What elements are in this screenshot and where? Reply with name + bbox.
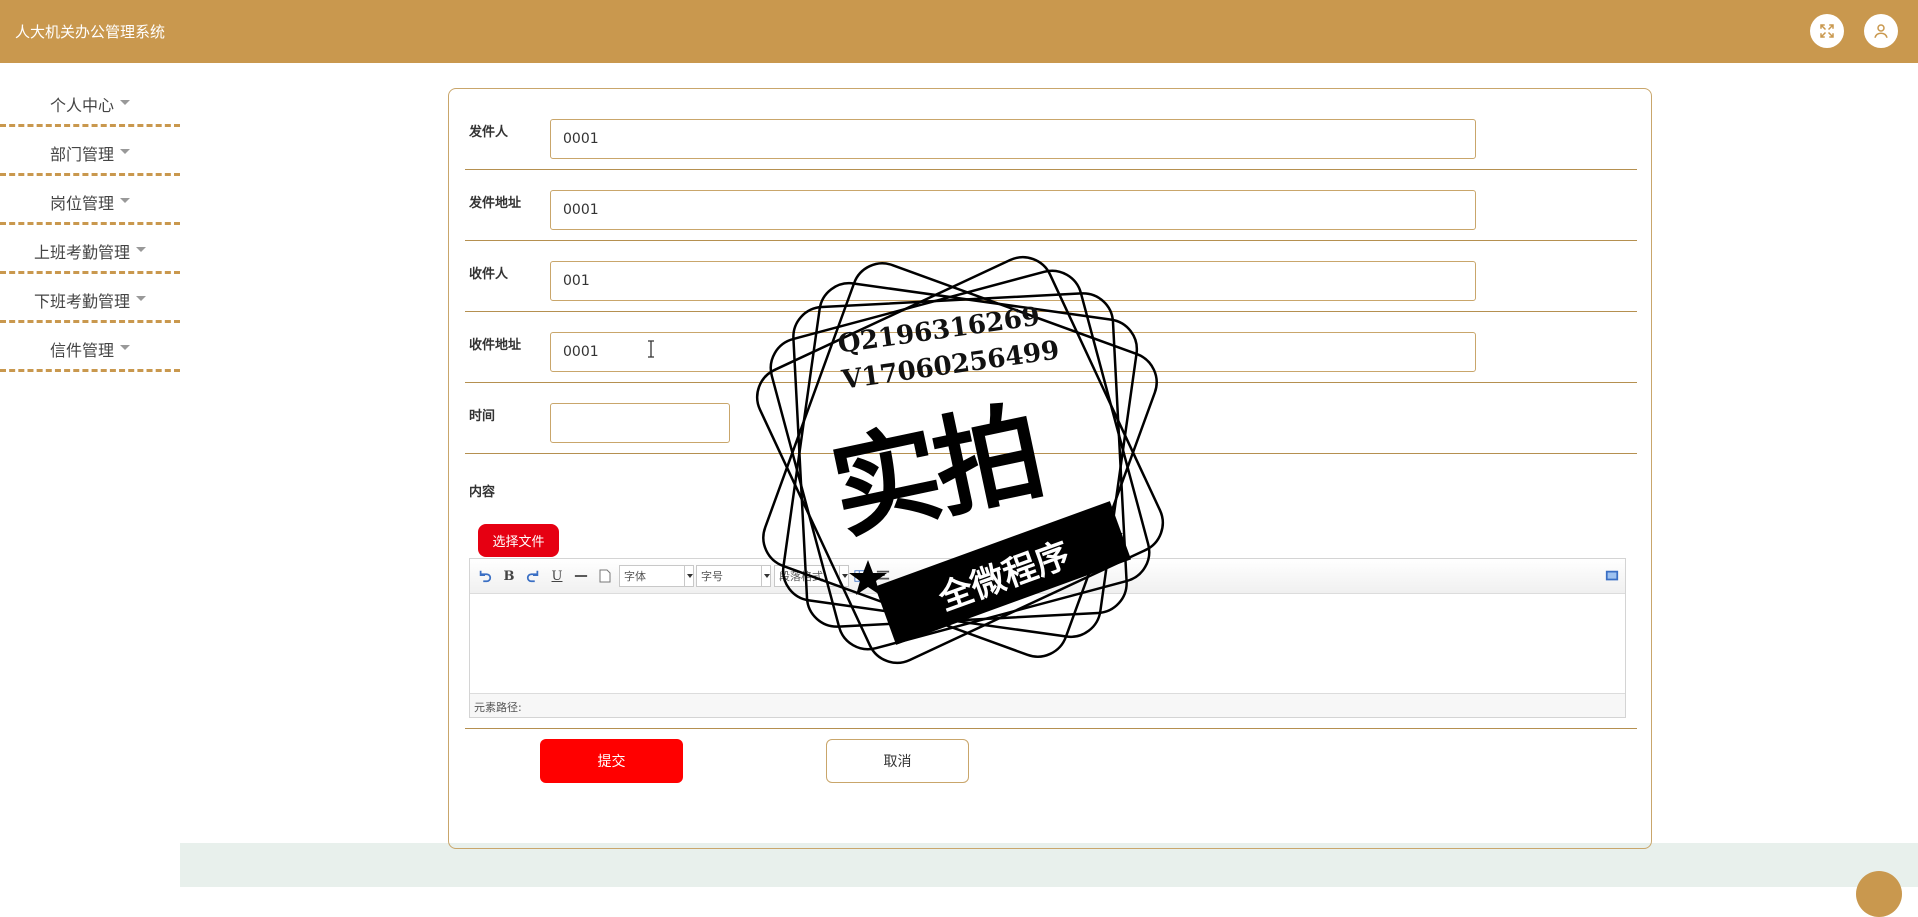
- editor-element-path: 元素路径:: [470, 693, 1625, 717]
- sidebar-item-letters[interactable]: 信件管理: [0, 323, 180, 372]
- bold-icon[interactable]: B: [500, 567, 518, 585]
- sender-address-label: 发件地址: [469, 196, 522, 211]
- sidebar-item-label: 上班考勤管理: [33, 243, 130, 262]
- underline-icon[interactable]: U: [548, 567, 566, 585]
- form-row-sender-address: 发件地址: [465, 170, 1637, 241]
- redo-icon[interactable]: [524, 567, 542, 585]
- recipient-label: 收件人: [469, 267, 509, 282]
- time-input[interactable]: [550, 403, 730, 443]
- user-icon: [1874, 24, 1888, 38]
- sidebar-item-position[interactable]: 岗位管理: [0, 176, 180, 225]
- caret-down-icon: [120, 344, 130, 350]
- time-label: 时间: [469, 409, 496, 424]
- choose-file-button[interactable]: 选择文件: [478, 524, 559, 557]
- paste-plain-icon[interactable]: [596, 567, 614, 585]
- sidebar-item-department[interactable]: 部门管理: [0, 127, 180, 176]
- font-size-select-value: 字号: [701, 570, 723, 583]
- caret-down-icon: [120, 99, 130, 105]
- font-family-select[interactable]: 字体: [619, 565, 694, 587]
- form-row-sender: 发件人: [465, 89, 1637, 170]
- footer-band: [180, 843, 1918, 887]
- sidebar-item-label: 下班考勤管理: [33, 292, 130, 311]
- sidebar-item-checkout[interactable]: 下班考勤管理: [0, 274, 180, 323]
- user-button[interactable]: [1864, 14, 1898, 48]
- font-family-select-value: 字体: [624, 570, 646, 583]
- dropdown-arrow-icon: [684, 566, 693, 586]
- content-label: 内容: [469, 485, 496, 500]
- caret-down-icon: [136, 246, 146, 252]
- expand-icon: [1820, 24, 1834, 38]
- source-icon[interactable]: [1603, 567, 1621, 585]
- sender-label: 发件人: [469, 125, 509, 140]
- horizontal-rule-icon[interactable]: [572, 567, 590, 585]
- sidebar-item-label: 个人中心: [49, 96, 114, 115]
- undo-icon[interactable]: [476, 567, 494, 585]
- sender-input[interactable]: [550, 119, 1476, 159]
- sidebar-item-label: 信件管理: [49, 341, 114, 360]
- caret-down-icon: [136, 295, 146, 301]
- app-title: 人大机关办公管理系统: [15, 23, 166, 41]
- fullscreen-button[interactable]: [1810, 14, 1844, 48]
- sidebar-item-checkin[interactable]: 上班考勤管理: [0, 225, 180, 274]
- submit-button[interactable]: 提交: [540, 739, 683, 783]
- recipient-address-label: 收件地址: [469, 338, 522, 353]
- caret-down-icon: [120, 148, 130, 154]
- caret-down-icon: [120, 197, 130, 203]
- back-to-top-button[interactable]: [1856, 871, 1902, 917]
- text-cursor-icon: [648, 340, 654, 358]
- sender-address-input[interactable]: [550, 190, 1476, 230]
- sidebar-item-label: 部门管理: [49, 145, 114, 164]
- watermark-stamp: Q2196316269 V17060256499 实拍 全微程序: [740, 250, 1180, 680]
- sidebar-item-label: 岗位管理: [49, 194, 114, 213]
- sidebar-menu: 个人中心 部门管理 岗位管理 上班考勤管理 下班考勤管理 信件管理: [0, 78, 180, 372]
- top-header: 人大机关办公管理系统: [0, 0, 1918, 63]
- sidebar-item-personal-center[interactable]: 个人中心: [0, 78, 180, 127]
- cancel-button[interactable]: 取消: [826, 739, 969, 783]
